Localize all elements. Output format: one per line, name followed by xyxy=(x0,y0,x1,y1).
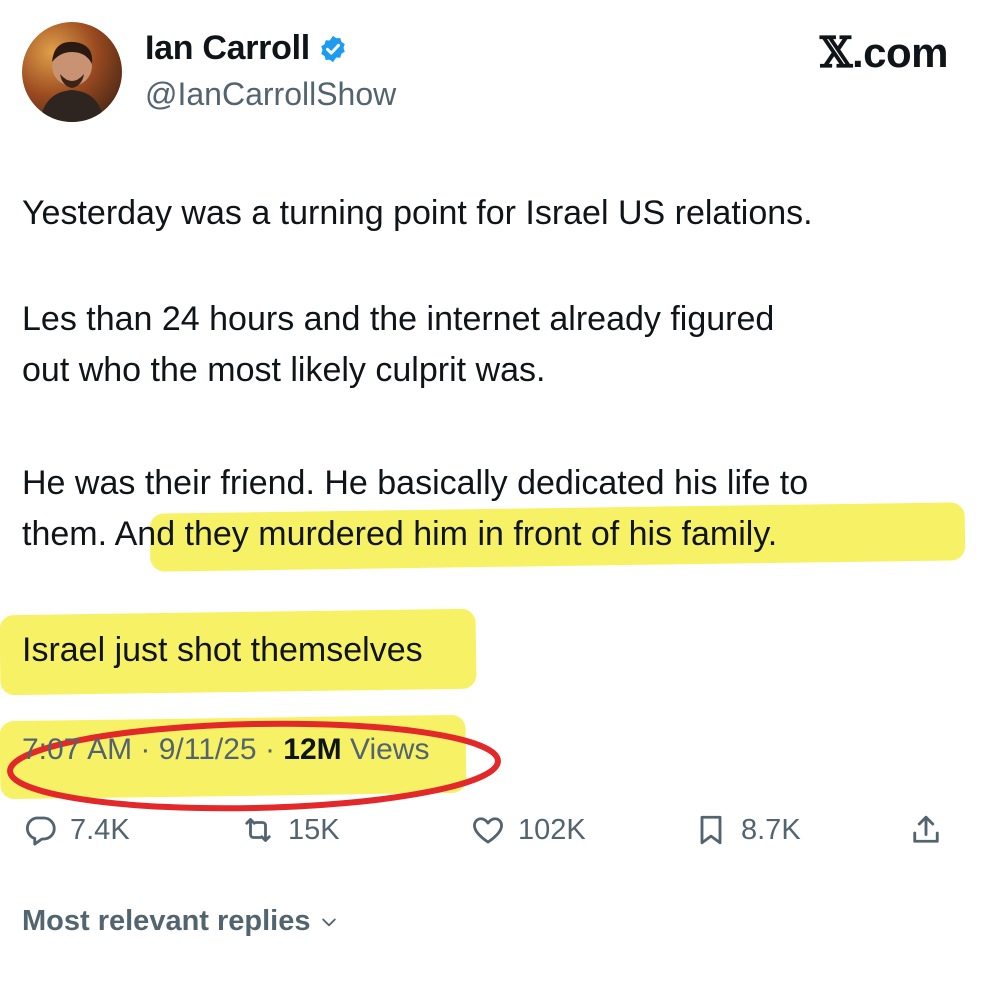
site-label-text: .com xyxy=(851,29,949,76)
author-display-name[interactable]: Ian Carroll xyxy=(145,29,310,68)
bookmark-count: 8.7K xyxy=(741,813,801,846)
like-count: 102K xyxy=(518,813,586,846)
repost-icon xyxy=(245,818,271,842)
reply-button[interactable]: 7.4K xyxy=(22,812,130,848)
meta-separator: · xyxy=(256,733,284,766)
like-button[interactable]: 102K xyxy=(470,812,586,848)
reply-count: 7.4K xyxy=(70,813,130,846)
replies-sort-label: Most relevant replies xyxy=(22,905,311,937)
reply-icon xyxy=(25,816,56,846)
tweet-text-paragraph: Israel just shot themselves xyxy=(22,631,423,669)
meta-separator: · xyxy=(132,733,159,766)
avatar-image xyxy=(40,41,104,122)
repost-count: 15K xyxy=(288,813,340,846)
tweet-text-paragraph: He was their friend. He basically dedica… xyxy=(22,458,808,560)
tweet-text-line: He was their friend. He basically dedica… xyxy=(22,464,809,502)
repost-button[interactable]: 15K xyxy=(240,812,340,848)
tweet-date[interactable]: 9/11/25 xyxy=(159,733,257,766)
verified-badge-icon xyxy=(321,35,345,62)
views-count: 12M xyxy=(283,733,342,766)
tweet-meta: 7:07 AM · 9/11/25 · 12M Views xyxy=(22,733,429,767)
share-icon xyxy=(913,815,939,843)
tweet-time[interactable]: 7:07 AM xyxy=(22,733,132,766)
tweet-text-line: out who the most likely culprit was. xyxy=(22,351,546,389)
heart-icon xyxy=(473,817,503,844)
bookmark-icon xyxy=(700,815,722,845)
author-name[interactable]: Ian Carroll xyxy=(145,29,348,68)
tweet-text-line: them. And they murdered him in front of … xyxy=(22,515,778,553)
avatar[interactable] xyxy=(22,22,122,122)
chevron-down-icon xyxy=(321,918,336,926)
author-handle[interactable]: @IanCarrollShow xyxy=(145,76,396,113)
x-logo-icon: 𝕏 xyxy=(819,28,853,77)
tweet-text-paragraph: Les than 24 hours and the internet alrea… xyxy=(22,294,774,396)
site-label: 𝕏.com xyxy=(819,28,949,77)
share-button[interactable] xyxy=(908,812,944,848)
bookmark-button[interactable]: 8.7K xyxy=(693,812,801,848)
views-label: Views xyxy=(341,733,430,766)
tweet-text-paragraph: Yesterday was a turning point for Israel… xyxy=(22,194,813,232)
replies-sort-dropdown[interactable]: Most relevant replies xyxy=(22,905,339,938)
tweet-text-line: Les than 24 hours and the internet alrea… xyxy=(22,300,775,338)
